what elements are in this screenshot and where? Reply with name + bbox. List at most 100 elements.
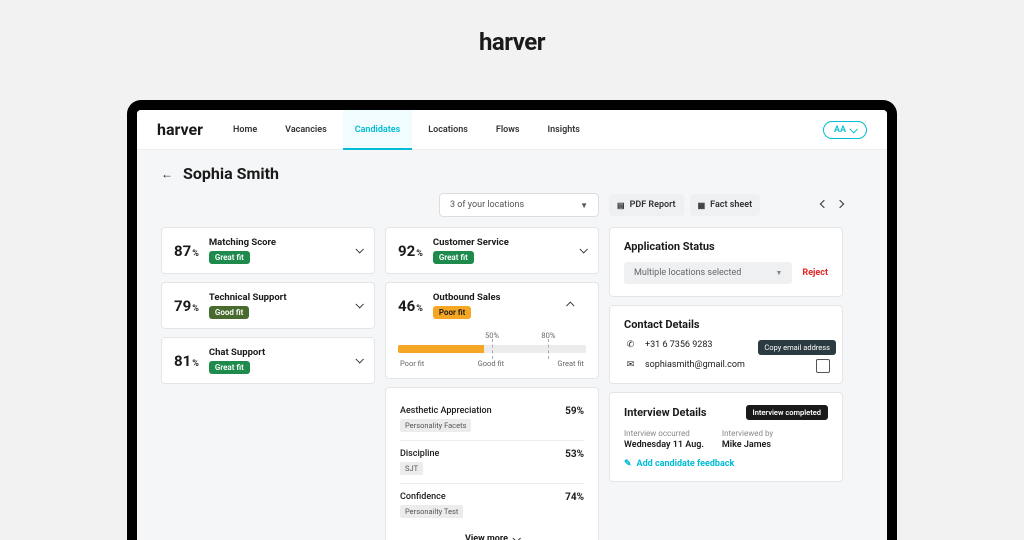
contact-details-title: Contact Details [624, 318, 828, 331]
reject-button[interactable]: Reject [802, 268, 828, 278]
fit-badge: Good fit [209, 306, 249, 319]
pct-sign: % [192, 304, 199, 314]
competency-value: 74% [565, 492, 584, 503]
copy-email-button[interactable] [816, 359, 828, 371]
meter-label-good: Good fit [478, 359, 504, 368]
chevron-down-icon [849, 125, 857, 133]
score-card-customer-service[interactable]: 92% Customer Service Great fit [385, 227, 599, 274]
email-icon: ✉ [624, 360, 637, 370]
competency-name: Confidence [400, 492, 463, 502]
user-menu[interactable]: AA [823, 121, 867, 139]
view-more-button[interactable]: View more [400, 526, 584, 540]
meter-tick [548, 339, 549, 359]
contact-phone: +31 6 7356 9283 [645, 340, 712, 350]
fact-sheet-label: Fact sheet [710, 200, 752, 210]
pager-prev[interactable] [821, 200, 827, 210]
interview-details-panel: Interview Details Interview completed In… [609, 392, 843, 482]
contact-email: sophiasmith@gmail.com [645, 360, 745, 370]
add-feedback-button[interactable]: ✎ Add candidate feedback [624, 459, 828, 469]
score-card-chat-support[interactable]: 81% Chat Support Great fit [161, 337, 375, 384]
contact-email-row: ✉ sophiasmith@gmail.com [624, 359, 828, 371]
pdf-report-label: PDF Report [630, 200, 676, 210]
competency-value: 53% [565, 449, 584, 460]
pct-sign: % [416, 249, 423, 259]
nav-item-candidates[interactable]: Candidates [343, 110, 413, 149]
pdf-report-button[interactable]: ▤ PDF Report [609, 194, 684, 216]
competency-tag: Personality Facets [400, 419, 471, 432]
add-feedback-label: Add candidate feedback [637, 459, 735, 469]
score-label: Matching Score [209, 237, 276, 248]
nav-logo[interactable]: harver [157, 120, 203, 139]
competency-name: Discipline [400, 449, 439, 459]
nav-item-flows[interactable]: Flows [484, 110, 532, 149]
score-card-outbound-sales: 46% Outbound Sales Poor fit 50% 80% [385, 282, 599, 379]
interviewer-label: Interviewed by [722, 429, 773, 438]
fit-badge: Poor fit [433, 306, 471, 319]
score-label: Chat Support [209, 347, 265, 358]
location-selector-label: 3 of your locations [450, 200, 524, 210]
chevron-down-icon[interactable] [356, 301, 362, 311]
application-status-panel: Application Status Multiple locations se… [609, 227, 843, 297]
competency-name: Aesthetic Appreciation [400, 406, 492, 416]
score-label: Technical Support [209, 292, 287, 303]
fact-sheet-button[interactable]: ▦ Fact sheet [690, 194, 761, 216]
nav-items: Home Vacancies Candidates Locations Flow… [221, 110, 592, 149]
competency-row: Aesthetic Appreciation Personality Facet… [400, 398, 584, 440]
score-value: 79 [174, 297, 191, 315]
app-screen: harver Home Vacancies Candidates Locatio… [137, 110, 887, 540]
meter-fill [398, 345, 484, 353]
chevron-right-icon [836, 200, 844, 208]
fit-badge: Great fit [209, 361, 250, 374]
pencil-icon: ✎ [624, 459, 632, 469]
nav-item-home[interactable]: Home [221, 110, 269, 149]
pager-next[interactable] [837, 200, 843, 210]
score-label: Outbound Sales [433, 292, 501, 303]
meter-tick [492, 339, 493, 359]
brand-logo: harver [479, 28, 545, 56]
pct-sign: % [416, 304, 423, 314]
candidate-name: Sophia Smith [183, 164, 279, 183]
competency-tag: SJT [400, 462, 423, 475]
score-value: 46 [398, 297, 415, 315]
copy-email-tooltip: Copy email address [758, 340, 836, 355]
application-status-title: Application Status [624, 240, 828, 253]
score-card-technical-support[interactable]: 79% Technical Support Good fit [161, 282, 375, 329]
meter-label-great: Great fit [557, 359, 584, 368]
chevron-up-icon[interactable] [568, 301, 574, 311]
tooltip-text: Copy email address [764, 343, 830, 352]
user-initials: AA [834, 125, 846, 135]
back-arrow-icon[interactable]: ← [161, 167, 173, 181]
monitor-frame: harver Home Vacancies Candidates Locatio… [127, 100, 897, 540]
pct-sign: % [192, 359, 199, 369]
interview-details-title: Interview Details [624, 406, 707, 419]
score-value: 81 [174, 352, 191, 370]
score-value: 92 [398, 242, 415, 260]
nav-item-vacancies[interactable]: Vacancies [273, 110, 339, 149]
pct-sign: % [192, 249, 199, 259]
interview-status-badge: Interview completed [746, 405, 828, 420]
nav-item-insights[interactable]: Insights [536, 110, 592, 149]
factsheet-icon: ▦ [698, 201, 706, 210]
chevron-down-icon: ▼ [775, 269, 782, 277]
score-value: 87 [174, 242, 191, 260]
competency-value: 59% [565, 406, 584, 417]
score-label: Customer Service [433, 237, 509, 248]
interviewer-value: Mike James [722, 440, 773, 450]
location-selector[interactable]: 3 of your locations ▼ [439, 193, 599, 217]
score-card-matching[interactable]: 87% Matching Score Great fit [161, 227, 375, 274]
chevron-down-icon[interactable] [580, 246, 586, 256]
chevron-down-icon[interactable] [356, 356, 362, 366]
fit-meter: 50% 80% Poor fit Good fit [398, 331, 586, 368]
competency-row: Confidence Personailty Test 74% [400, 483, 584, 526]
nav-item-locations[interactable]: Locations [416, 110, 480, 149]
competency-row: Discipline SJT 53% [400, 440, 584, 483]
chevron-down-icon[interactable] [356, 246, 362, 256]
fit-badge: Great fit [209, 251, 250, 264]
chevron-left-icon [820, 200, 828, 208]
competency-tag: Personailty Test [400, 505, 463, 518]
navbar: harver Home Vacancies Candidates Locatio… [137, 110, 887, 150]
contact-details-panel: Contact Details ✆ +31 6 7356 9283 ✉ soph… [609, 305, 843, 384]
competency-list: Aesthetic Appreciation Personality Facet… [385, 387, 599, 540]
fit-badge: Great fit [433, 251, 474, 264]
status-selector[interactable]: Multiple locations selected ▼ [624, 262, 792, 284]
